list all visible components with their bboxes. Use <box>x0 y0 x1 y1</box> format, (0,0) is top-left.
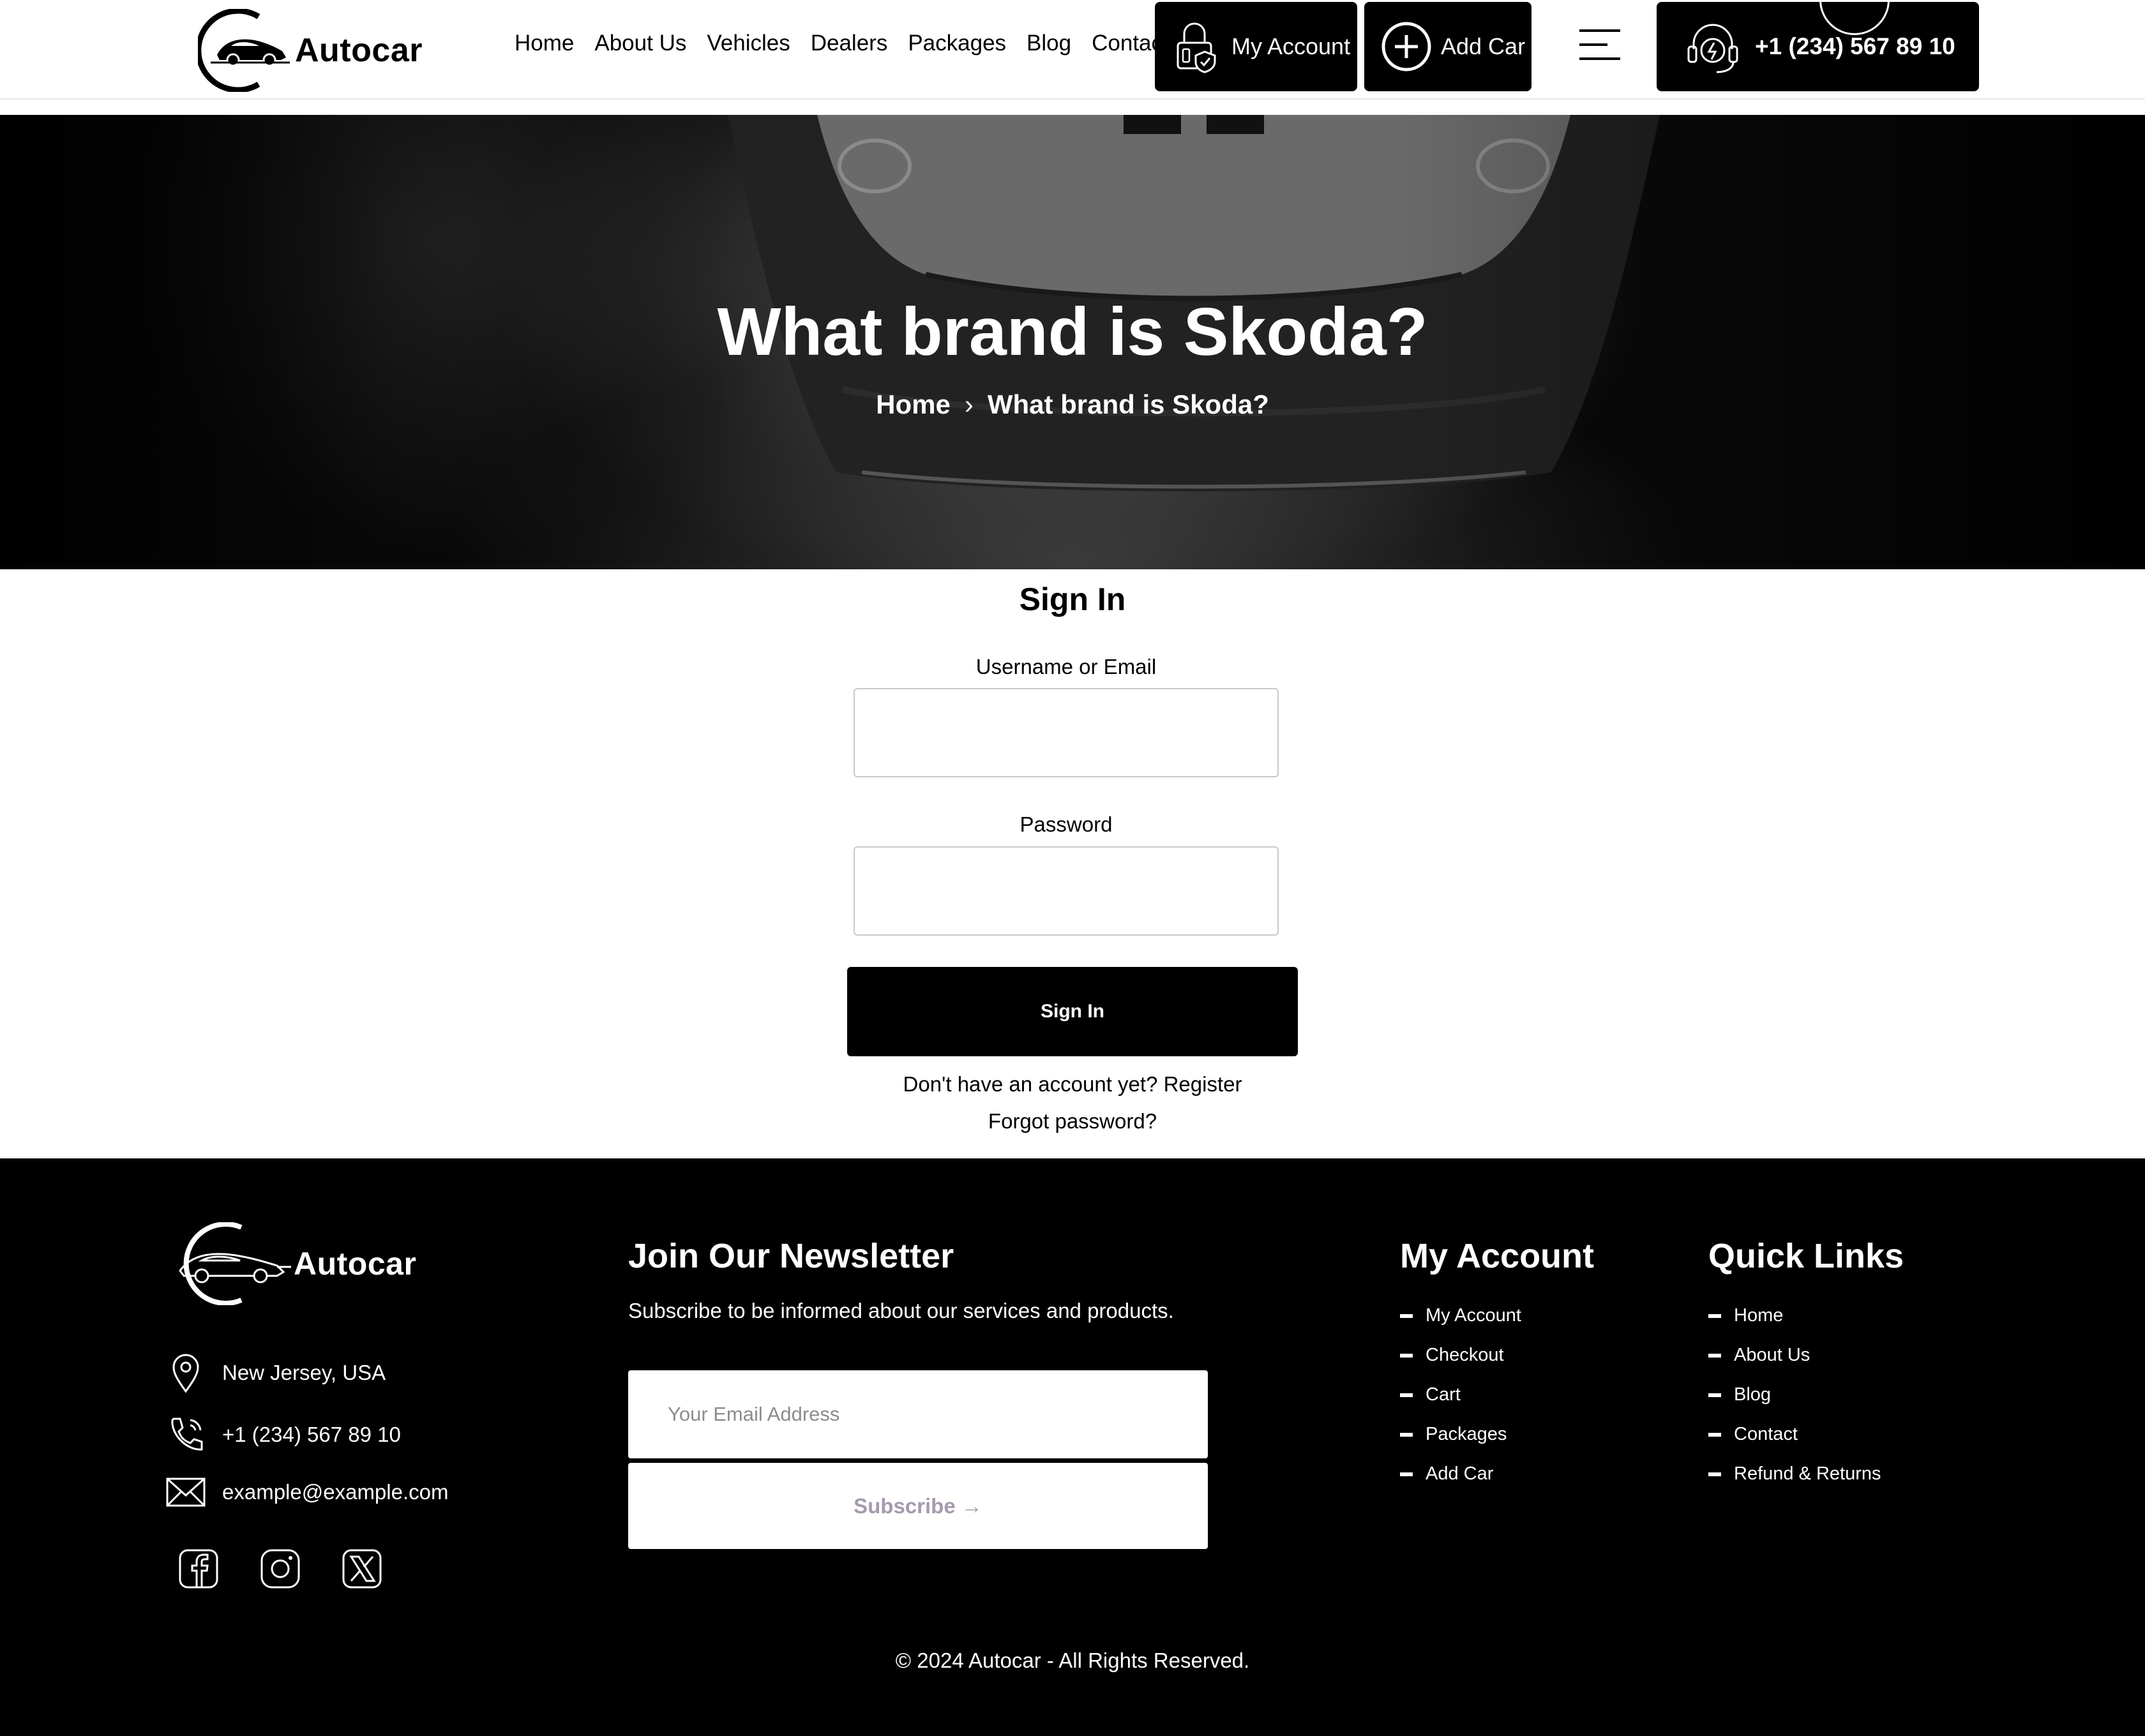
footer-link-blog[interactable]: Blog <box>1708 1384 1881 1424</box>
newsletter-email-input[interactable] <box>628 1370 1208 1458</box>
footer-logo-text: Autocar <box>294 1246 417 1282</box>
main-nav: Home About Us Vehicles Dealers Packages … <box>515 31 1189 56</box>
footer-link-cart[interactable]: Cart <box>1400 1384 1521 1424</box>
header-phone-number: +1 (234) 567 89 10 <box>1755 33 1955 59</box>
car-logo-icon <box>179 1222 291 1305</box>
footer-phone-text: +1 (234) 567 89 10 <box>222 1423 401 1446</box>
envelope-icon <box>166 1478 206 1507</box>
x-icon[interactable] <box>341 1548 383 1590</box>
address-text: New Jersey, USA <box>222 1361 386 1384</box>
footer-link-packages[interactable]: Packages <box>1400 1424 1521 1463</box>
footer-link-checkout[interactable]: Checkout <box>1400 1345 1521 1384</box>
register-link[interactable]: Register <box>1164 1072 1242 1096</box>
nav-packages[interactable]: Packages <box>908 31 1006 56</box>
logo-text: Autocar <box>295 32 423 69</box>
nav-home[interactable]: Home <box>515 31 574 56</box>
nav-dealers[interactable]: Dealers <box>811 31 888 56</box>
register-prefix: Don't have an account yet? <box>903 1072 1164 1096</box>
car-logo-icon <box>198 9 290 92</box>
phone-button[interactable]: +1 (234) 567 89 10 <box>1657 2 1979 91</box>
my-account-label: My Account <box>1231 33 1351 59</box>
footer-link-home[interactable]: Home <box>1708 1305 1881 1345</box>
add-car-button[interactable]: Add Car <box>1364 2 1532 91</box>
my-account-button[interactable]: My Account <box>1155 2 1357 91</box>
my-account-links: My Account Checkout Cart Packages Add Ca… <box>1400 1305 1521 1503</box>
username-field[interactable] <box>854 688 1279 777</box>
password-label: Password <box>1020 812 1113 836</box>
site-footer: Autocar New Jersey, USA +1 (234) 567 89 … <box>0 1158 2145 1736</box>
social-links <box>177 1548 383 1590</box>
newsletter-subtitle: Subscribe to be informed about our servi… <box>628 1299 1174 1322</box>
breadcrumb-separator: › <box>964 389 974 419</box>
register-prompt: Don't have an account yet? Register <box>0 1072 2145 1096</box>
forgot-password-line: Forgot password? <box>0 1109 2145 1134</box>
forgot-password-link[interactable]: Forgot password? <box>988 1109 1157 1133</box>
newsletter-title: Join Our Newsletter <box>628 1237 954 1275</box>
footer-link-about-us[interactable]: About Us <box>1708 1345 1881 1384</box>
nav-about-us[interactable]: About Us <box>594 31 686 56</box>
headset-icon <box>1687 24 1738 73</box>
email-text: example@example.com <box>222 1480 449 1504</box>
footer-link-add-car[interactable]: Add Car <box>1400 1463 1521 1503</box>
breadcrumb-home[interactable]: Home <box>876 389 951 419</box>
username-label: Username or Email <box>975 655 1157 678</box>
header-logo[interactable]: Autocar <box>198 9 423 92</box>
footer-logo[interactable]: Autocar <box>165 1222 416 1305</box>
hero-banner: What brand is Skoda? Home › What brand is … <box>0 115 2145 569</box>
footer-email[interactable]: example@example.com <box>165 1471 448 1513</box>
map-pin-icon <box>172 1354 199 1393</box>
nav-blog[interactable]: Blog <box>1027 31 1071 56</box>
footer-link-my-account[interactable]: My Account <box>1400 1305 1521 1345</box>
nav-vehicles[interactable]: Vehicles <box>707 31 790 56</box>
hamburger-icon[interactable] <box>1579 29 1620 61</box>
my-account-heading: My Account <box>1400 1237 1595 1275</box>
facebook-icon[interactable] <box>177 1548 220 1590</box>
quick-links-heading: Quick Links <box>1708 1237 1904 1275</box>
add-car-label: Add Car <box>1441 33 1526 59</box>
phone-icon <box>171 1418 203 1451</box>
copyright: © 2024 Autocar - All Rights Reserved. <box>895 1649 1250 1672</box>
page-title: What brand is Skoda? <box>717 294 1428 370</box>
footer-link-refund-returns[interactable]: Refund & Returns <box>1708 1463 1881 1503</box>
site-header: Autocar Home About Us Vehicles Dealers P… <box>0 0 2145 100</box>
footer-link-contact[interactable]: Contact <box>1708 1424 1881 1463</box>
footer-address: New Jersey, USA <box>165 1352 386 1394</box>
signin-title: Sign In <box>1019 581 1126 617</box>
breadcrumb-current: What brand is Skoda? <box>987 389 1269 419</box>
footer-phone[interactable]: +1 (234) 567 89 10 <box>165 1414 401 1456</box>
lock-shield-icon <box>1177 22 1216 73</box>
quick-links: Home About Us Blog Contact Refund & Retu… <box>1708 1305 1881 1503</box>
signin-button[interactable]: Sign In <box>847 967 1298 1056</box>
subscribe-button[interactable]: Subscribe → <box>628 1463 1208 1549</box>
plus-circle-icon <box>1381 22 1431 71</box>
instagram-icon[interactable] <box>259 1548 301 1590</box>
breadcrumb: Home › What brand is Skoda? <box>0 389 2145 420</box>
password-field[interactable] <box>854 846 1279 936</box>
